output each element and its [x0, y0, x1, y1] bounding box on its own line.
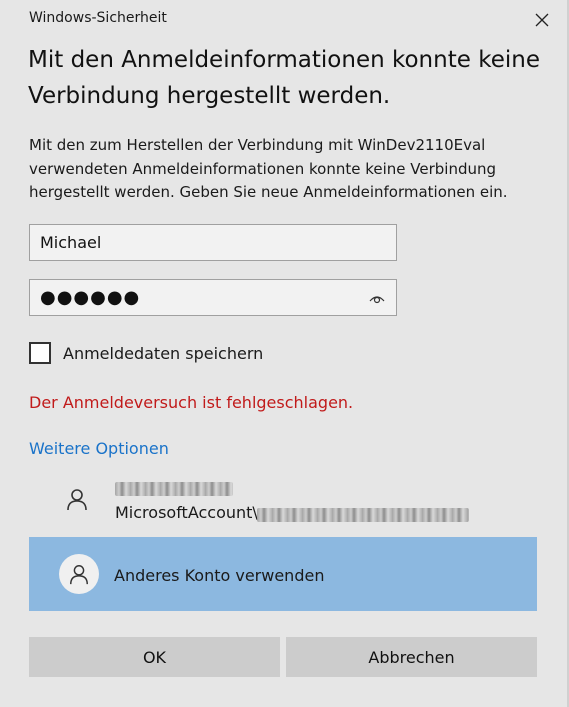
ok-button[interactable]: OK	[29, 637, 280, 677]
person-icon	[67, 489, 87, 511]
avatar	[59, 554, 99, 594]
password-field[interactable]	[29, 279, 397, 316]
microsoft-account-option[interactable]: MicrosoftAccount\	[29, 470, 537, 532]
window-title: Windows-Sicherheit	[29, 10, 167, 26]
other-account-option[interactable]: Anderes Konto verwenden	[29, 537, 537, 611]
close-icon	[535, 13, 549, 27]
dialog-heading: Mit den Anmeldeinformationen konnte kein…	[28, 47, 540, 109]
checkbox-box[interactable]	[29, 342, 51, 364]
error-message: Der Anmeldeversuch ist fehlgeschlagen.	[29, 393, 354, 412]
dialog-description: Mit den zum Herstellen der Verbindung mi…	[29, 136, 508, 201]
redacted-account-email	[257, 508, 469, 522]
close-button[interactable]	[529, 8, 555, 32]
username-field[interactable]	[29, 224, 397, 261]
other-account-label: Anderes Konto verwenden	[114, 566, 325, 585]
person-icon	[70, 565, 88, 585]
cancel-button[interactable]: Abbrechen	[286, 637, 537, 677]
password-input[interactable]	[30, 280, 396, 315]
credential-dialog: Windows-Sicherheit Mit den Anmeldeinform…	[0, 0, 569, 707]
title-bar: Windows-Sicherheit	[0, 0, 569, 38]
more-options-link[interactable]: Weitere Optionen	[29, 439, 169, 458]
remember-credentials-label: Anmeldedaten speichern	[63, 343, 264, 363]
account-type-label: MicrosoftAccount\	[115, 503, 258, 522]
remember-credentials-checkbox[interactable]: Anmeldedaten speichern	[29, 340, 263, 366]
eye-icon[interactable]	[368, 290, 386, 306]
redacted-account-name	[115, 482, 233, 496]
username-input[interactable]	[30, 225, 396, 260]
